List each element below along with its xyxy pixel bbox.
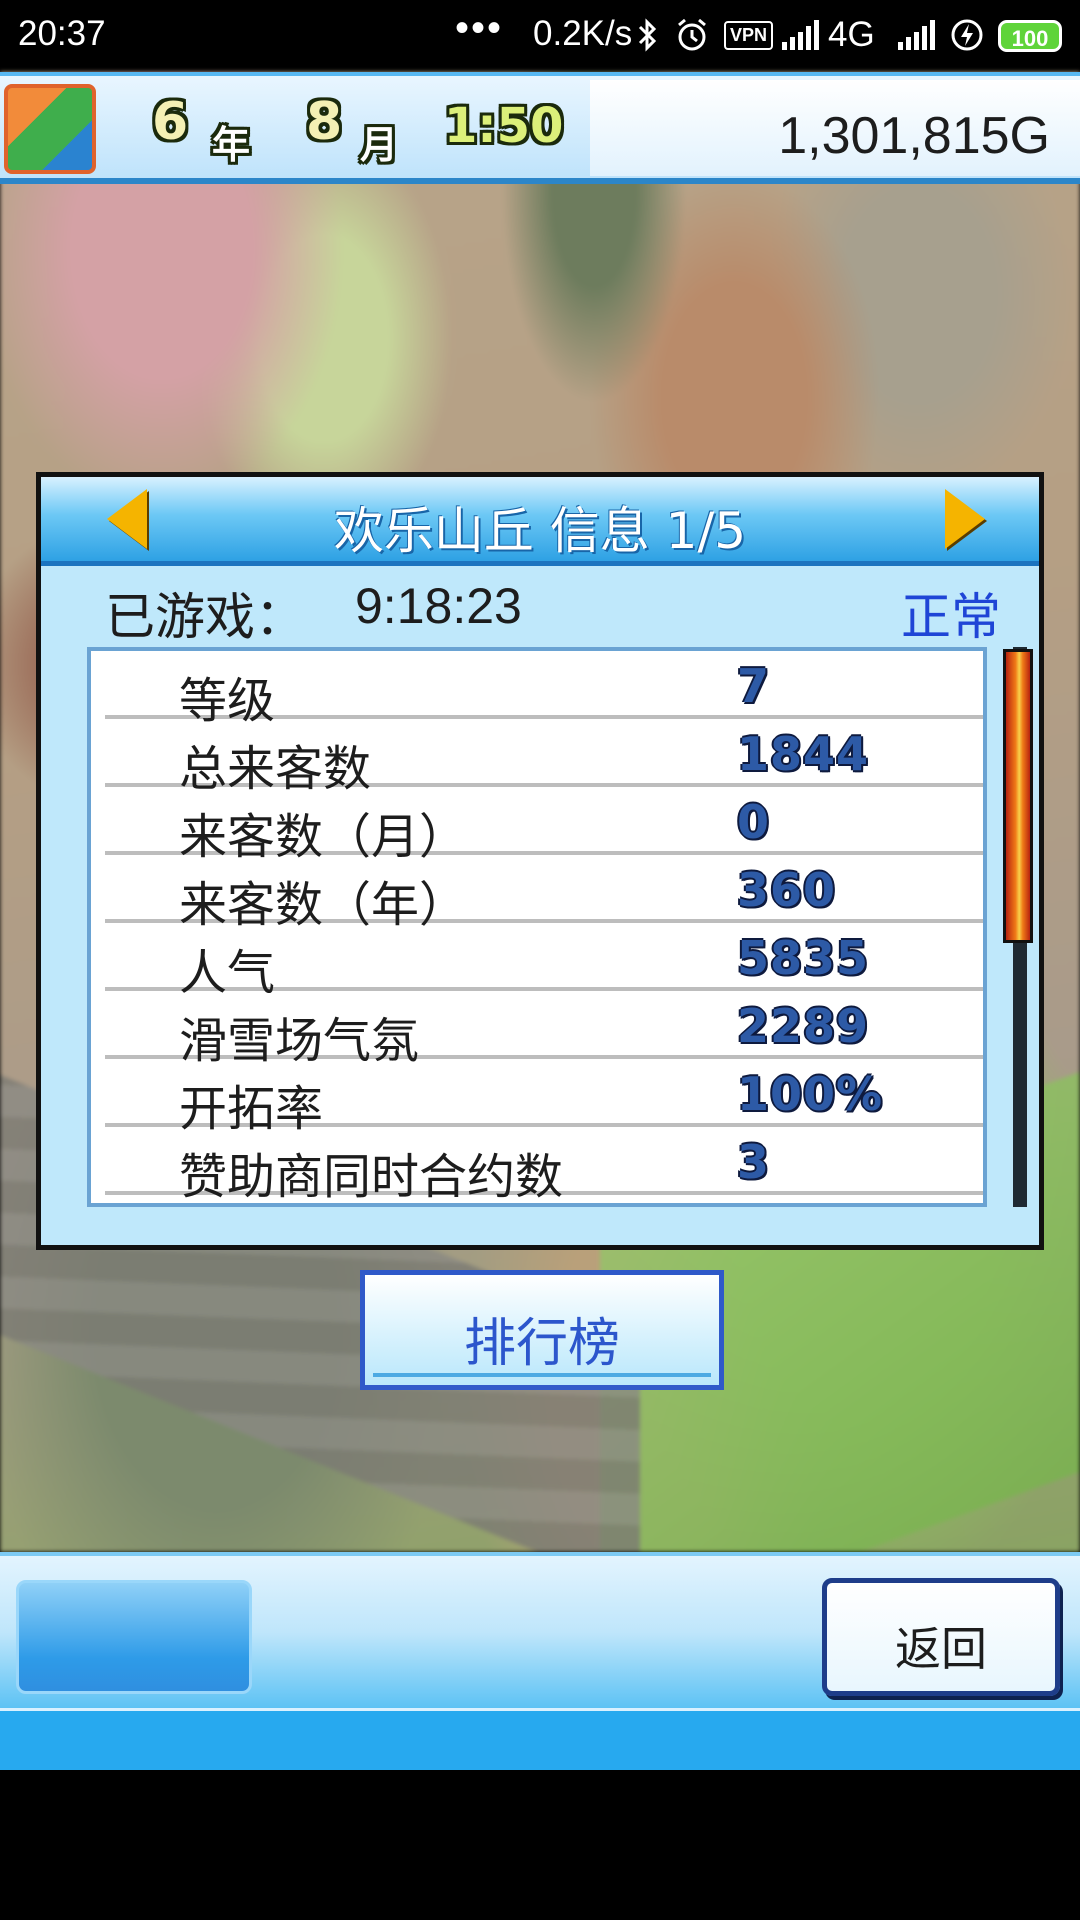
ranking-button[interactable]: 排行榜	[360, 1270, 724, 1390]
bluetooth-icon	[636, 16, 660, 54]
stat-value: 7	[737, 659, 771, 713]
stat-row-popularity: 人气 5835	[105, 923, 983, 1001]
network-speed: 0.2K/s	[533, 14, 633, 53]
stat-value: 360	[737, 863, 837, 917]
stat-row-level: 等级 7	[105, 651, 983, 729]
stat-row-sponsors: 赞助商同时合约数 3	[105, 1127, 983, 1203]
ranking-button-label: 排行榜	[463, 1314, 620, 1374]
battery-indicator: 100	[998, 20, 1062, 52]
stats-list: 等级 7 总来客数 1844 来客数（月） 0 来客数（年） 360 人气 58…	[87, 647, 987, 1207]
status-time: 20:37	[18, 14, 106, 53]
network-type: 4G	[828, 15, 875, 54]
back-button[interactable]: 返回	[822, 1578, 1060, 1696]
hud-clock: 1:50	[444, 98, 564, 154]
alarm-icon	[674, 16, 710, 54]
stat-row-total-visitors: 总来客数 1844	[105, 719, 983, 797]
bottom-strip	[0, 1708, 1080, 1777]
dialog-title: 欢乐山丘 信息 1/5	[333, 502, 747, 560]
stat-row-visitors-year: 来客数（年） 360	[105, 855, 983, 933]
played-time-value: 9:18:23	[355, 578, 522, 634]
money-amount: 1,301,815G	[778, 107, 1050, 165]
vpn-icon: VPN	[724, 16, 774, 54]
status-bar: 20:37 ••• 0.2K/s VPN 4G 100	[0, 0, 1080, 72]
stats-scrollbar-thumb[interactable]	[1003, 649, 1033, 943]
dialog-header: 欢乐山丘 信息 1/5	[41, 477, 1039, 566]
more-dots-icon: •••	[455, 6, 504, 50]
stat-value: 1844	[737, 727, 870, 781]
stat-row-visitors-month: 来客数（月） 0	[105, 787, 983, 865]
back-button-label: 返回	[895, 1622, 987, 1676]
stat-row-atmosphere: 滑雪场气氛 2289	[105, 991, 983, 1069]
signal-icon-2	[898, 16, 938, 54]
resort-status: 正常	[901, 588, 1001, 646]
stat-value: 5835	[737, 931, 870, 985]
stat-value: 0	[737, 795, 771, 849]
hud-month-unit: 月	[360, 123, 399, 167]
signal-icon	[782, 16, 822, 54]
stat-value: 3	[737, 1135, 771, 1189]
stat-row-development-rate: 开拓率 100%	[105, 1059, 983, 1137]
resort-thumbnail-icon[interactable]	[4, 84, 96, 174]
played-time-label: 已游戏：	[105, 588, 305, 646]
top-hud: 6 年 8 月 1:50 1,301,815G	[0, 72, 1080, 184]
blank-menu-button[interactable]	[16, 1580, 252, 1694]
hud-year: 6	[152, 92, 189, 152]
next-page-arrow-icon[interactable]	[945, 489, 985, 549]
money-panel: 1,301,815G	[590, 80, 1080, 176]
stat-label: 赞助商同时合约数	[179, 1149, 564, 1205]
bottom-black-area	[0, 1770, 1080, 1920]
hud-month: 8	[306, 92, 343, 152]
resort-info-dialog: 欢乐山丘 信息 1/5 已游戏： 9:18:23 正常 等级 7 总来客数 18…	[36, 472, 1044, 1250]
charging-icon	[950, 16, 984, 54]
hud-year-unit: 年	[212, 123, 251, 167]
stat-value: 100%	[737, 1067, 884, 1121]
stat-value: 2289	[737, 999, 870, 1053]
